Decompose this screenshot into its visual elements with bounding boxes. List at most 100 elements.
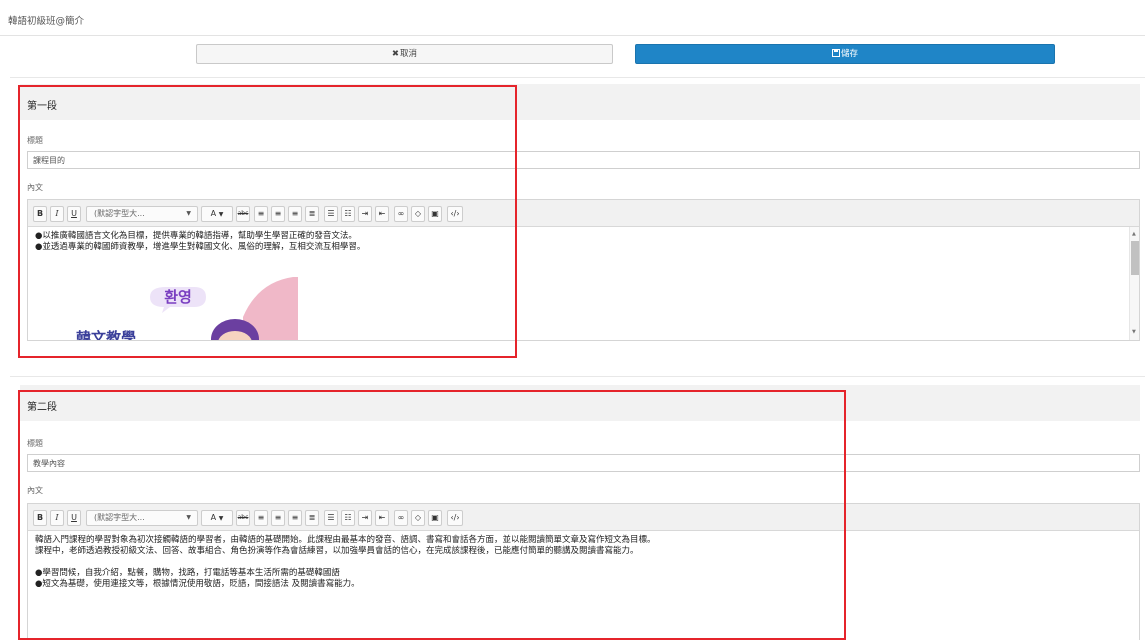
body-line: 韓語入門課程的學習對象為初次接觸韓語的學習者，由韓語的基礎開始。此課程由最基本的… <box>35 535 656 545</box>
font-color-button[interactable]: A ▼ <box>201 510 233 526</box>
image-caption: 韓文教學 <box>76 329 136 340</box>
outdent-icon: ⇤ <box>378 209 386 218</box>
image-icon: ▣ <box>431 209 439 218</box>
align-left-icon: ≡ <box>257 513 265 522</box>
section-2: 第二段 標題 教學內容 內文 B I U (默認字型大... ▼ A ▼ abc … <box>10 376 1145 640</box>
image-greeting: 환영 <box>164 288 192 306</box>
font-size-select[interactable]: (默認字型大... ▼ <box>86 510 198 526</box>
unlink-button[interactable]: ◇ <box>411 206 425 222</box>
source-code-button[interactable]: ‹/› <box>447 510 463 526</box>
rich-text-editor: B I U (默認字型大... ▼ A ▼ abc ≡ ≡ ≡ ≣ ☰ ☷ ⇥ ⇤… <box>27 199 1140 341</box>
bold-button[interactable]: B <box>33 510 47 526</box>
italic-button[interactable]: I <box>50 206 64 222</box>
font-color-icon: A <box>210 513 217 522</box>
indent-button[interactable]: ⇥ <box>358 206 372 222</box>
bold-button[interactable]: B <box>33 206 47 222</box>
align-left-icon: ≡ <box>257 209 265 218</box>
align-left-button[interactable]: ≡ <box>254 510 268 526</box>
editor-content[interactable]: ●以推廣韓國語言文化為目標，提供專業的韓語指導，幫助學生學習正確的發音文法。 ●… <box>28 227 1139 340</box>
font-size-placeholder: (默認字型大... <box>94 209 145 218</box>
image-icon: ▣ <box>431 513 439 522</box>
indent-icon: ⇥ <box>361 209 369 218</box>
scrollbar-thumb[interactable] <box>1131 241 1139 275</box>
align-right-button[interactable]: ≡ <box>288 510 302 526</box>
ordered-list-icon: ☷ <box>344 209 352 218</box>
unlink-icon: ◇ <box>414 209 422 218</box>
title-input[interactable]: 教學內容 <box>27 454 1140 472</box>
source-code-button[interactable]: ‹/› <box>447 206 463 222</box>
section-header: 第一段 <box>20 84 1140 120</box>
align-center-icon: ≡ <box>274 209 282 218</box>
save-button[interactable]: 儲存 <box>635 44 1055 64</box>
align-right-icon: ≡ <box>291 209 299 218</box>
outdent-button[interactable]: ⇤ <box>375 510 389 526</box>
align-right-icon: ≡ <box>291 513 299 522</box>
scroll-down-icon[interactable]: ▼ <box>1132 327 1136 338</box>
unordered-list-button[interactable]: ☰ <box>324 510 338 526</box>
source-code-icon: ‹/› <box>450 513 460 522</box>
source-code-icon: ‹/› <box>450 209 460 218</box>
save-label: 儲存 <box>840 49 858 59</box>
align-justify-icon: ≣ <box>308 209 316 218</box>
unlink-button[interactable]: ◇ <box>411 510 425 526</box>
unlink-icon: ◇ <box>414 513 422 522</box>
body-line: ●並透過專業的韓國師資教學，增進學生對韓國文化、風俗的理解，互相交流互相學習。 <box>35 242 366 252</box>
link-icon: ∞ <box>397 209 405 218</box>
underline-button[interactable]: U <box>67 206 81 222</box>
align-center-button[interactable]: ≡ <box>271 206 285 222</box>
italic-button[interactable]: I <box>50 510 64 526</box>
align-left-button[interactable]: ≡ <box>254 206 268 222</box>
body-line: ●短文為基礎，使用連接文等，根據情況使用敬語，貶語，間接語法 及閱讀書寫能力。 <box>35 579 360 589</box>
outdent-button[interactable]: ⇤ <box>375 206 389 222</box>
font-color-button[interactable]: A ▼ <box>201 206 233 222</box>
cancel-label: 取消 <box>400 49 418 59</box>
chevron-down-icon: ▼ <box>186 514 191 521</box>
body-line: 課程中，老師透過教授初級文法、回答、故事組合、角色扮演等作為會話練習，以加強學員… <box>35 546 639 556</box>
link-button[interactable]: ∞ <box>394 510 408 526</box>
scroll-up-icon[interactable]: ▲ <box>1132 229 1136 240</box>
link-icon: ∞ <box>397 513 405 522</box>
title-label: 標題 <box>27 136 43 145</box>
outdent-icon: ⇤ <box>378 513 386 522</box>
section-1: 第一段 標題 課程目的 內文 B I U (默認字型大... ▼ A ▼ abc … <box>10 77 1145 360</box>
font-size-select[interactable]: (默認字型大... ▼ <box>86 206 198 222</box>
underline-button[interactable]: U <box>67 510 81 526</box>
image-button[interactable]: ▣ <box>428 206 442 222</box>
image-button[interactable]: ▣ <box>428 510 442 526</box>
ordered-list-button[interactable]: ☷ <box>341 206 355 222</box>
chevron-down-icon: ▼ <box>218 515 224 522</box>
link-button[interactable]: ∞ <box>394 206 408 222</box>
unordered-list-button[interactable]: ☰ <box>324 206 338 222</box>
chevron-down-icon: ▼ <box>186 210 191 217</box>
title-input[interactable]: 課程目的 <box>27 151 1140 169</box>
indent-icon: ⇥ <box>361 513 369 522</box>
strikethrough-button[interactable]: abc <box>236 206 250 222</box>
unordered-list-icon: ☰ <box>327 513 335 522</box>
ordered-list-button[interactable]: ☷ <box>341 510 355 526</box>
page-title: 韓語初級班@簡介 <box>8 16 85 27</box>
align-right-button[interactable]: ≡ <box>288 206 302 222</box>
editor-content[interactable]: 韓語入門課程的學習對象為初次接觸韓語的學習者，由韓語的基礎開始。此課程由最基本的… <box>28 531 1139 640</box>
rich-text-editor: B I U (默認字型大... ▼ A ▼ abc ≡ ≡ ≡ ≣ ☰ ☷ ⇥ ⇤… <box>27 503 1140 640</box>
strikethrough-button[interactable]: abc <box>236 510 250 526</box>
section-title: 第一段 <box>27 101 57 112</box>
body-line: ●以推廣韓國語言文化為目標，提供專業的韓語指導，幫助學生學習正確的發音文法。 <box>35 231 357 241</box>
align-justify-button[interactable]: ≣ <box>305 510 319 526</box>
font-color-icon: A <box>210 209 217 218</box>
editor-scrollbar[interactable]: ▲ ▼ <box>1129 227 1139 340</box>
indent-button[interactable]: ⇥ <box>358 510 372 526</box>
save-icon <box>831 49 840 57</box>
align-justify-button[interactable]: ≣ <box>305 206 319 222</box>
body-line: ●學習問候，自我介紹，點餐，購物，找路，打電話等基本生活所需的基礎韓國語 <box>35 568 340 578</box>
close-icon: ✖ <box>391 49 400 59</box>
section-title: 第二段 <box>27 402 57 413</box>
cancel-button[interactable]: ✖取消 <box>196 44 613 64</box>
align-center-icon: ≡ <box>274 513 282 522</box>
font-size-placeholder: (默認字型大... <box>94 513 145 522</box>
welcome-illustration: 환영 韓文教學 <box>76 277 298 340</box>
page-header: 韓語初級班@簡介 <box>0 0 1145 36</box>
align-center-button[interactable]: ≡ <box>271 510 285 526</box>
editor-toolbar: B I U (默認字型大... ▼ A ▼ abc ≡ ≡ ≡ ≣ ☰ ☷ ⇥ ⇤… <box>28 504 1139 531</box>
chevron-down-icon: ▼ <box>218 211 224 218</box>
title-label: 標題 <box>27 439 43 448</box>
